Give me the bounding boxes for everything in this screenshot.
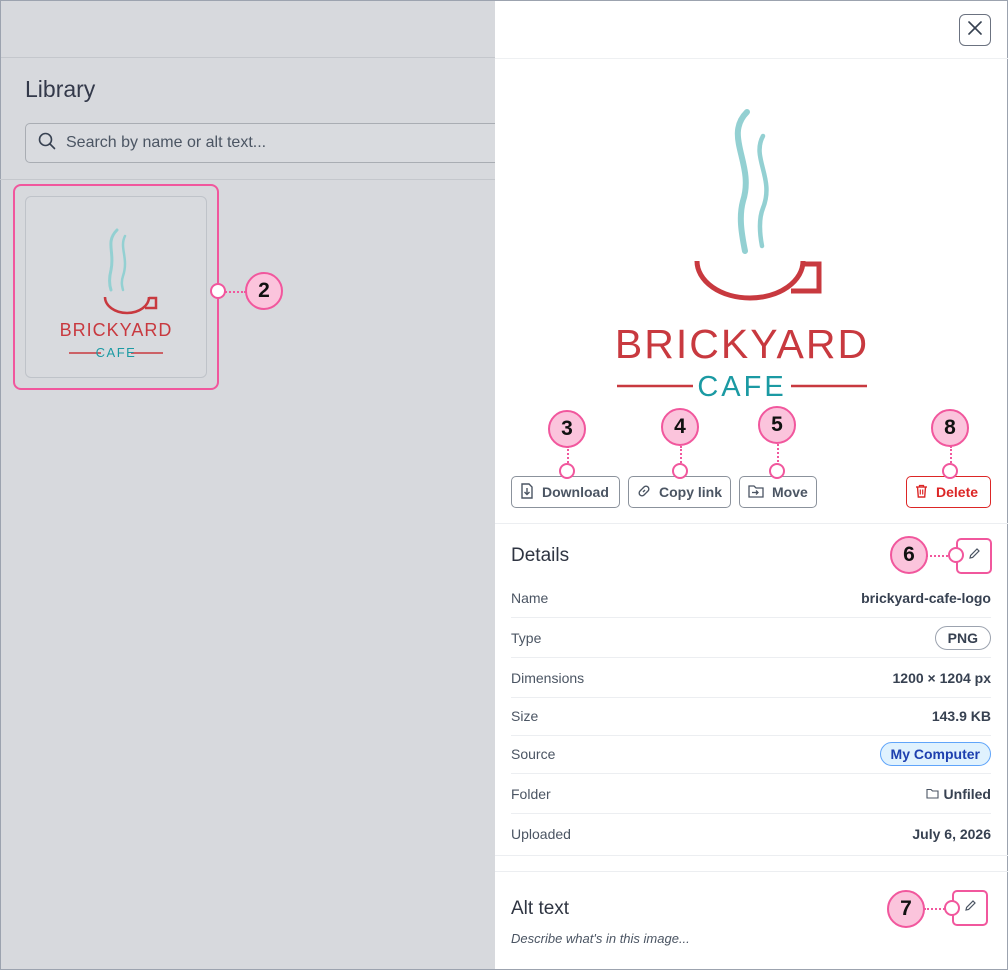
image-preview: BRICKYARD CAFE	[615, 109, 869, 403]
type-badge: PNG	[934, 625, 991, 650]
pencil-icon	[964, 899, 977, 917]
detail-value-folder: Unfiled	[925, 785, 991, 802]
move-label: Move	[772, 484, 808, 500]
detail-label: Uploaded	[511, 826, 571, 842]
close-button[interactable]	[959, 14, 991, 46]
trash-icon	[915, 484, 936, 501]
copy-link-button[interactable]: Copy link	[628, 476, 731, 508]
callout-4-dot	[672, 463, 688, 479]
close-icon	[968, 20, 982, 40]
move-folder-icon	[748, 484, 772, 501]
callout-marker-8: 8	[931, 409, 969, 447]
delete-button[interactable]: Delete	[906, 476, 991, 508]
detail-row-size: Size 143.9 KB	[511, 696, 991, 736]
detail-label: Name	[511, 589, 549, 606]
download-icon	[520, 482, 542, 502]
move-button[interactable]: Move	[739, 476, 817, 508]
download-button[interactable]: Download	[511, 476, 620, 508]
thumb-logo-word1: BRICKYARD	[60, 320, 173, 340]
callout-marker-3: 3	[548, 410, 586, 448]
detail-row-source: Source My Computer	[511, 734, 991, 774]
brickyard-cafe-logo-thumb: BRICKYARD CAFE	[60, 228, 173, 360]
detail-value-size: 143.9 KB	[931, 707, 991, 724]
logo-word2: CAFE	[697, 371, 786, 403]
source-badge: My Computer	[879, 741, 991, 766]
detail-row-type: Type PNG	[511, 618, 991, 658]
callout-8-dot	[942, 463, 958, 479]
details-divider-1	[495, 855, 1008, 856]
library-topbar	[1, 1, 495, 58]
library-search[interactable]	[25, 123, 505, 163]
callout-marker-4: 4	[661, 408, 699, 446]
detail-label: Size	[511, 707, 539, 724]
search-icon	[38, 132, 56, 155]
callout-7-dot	[944, 900, 960, 916]
callout-3-dot	[559, 463, 575, 479]
detail-value-uploaded: July 6, 2026	[912, 826, 991, 842]
detail-row-folder: Folder Unfiled	[511, 774, 991, 814]
download-label: Download	[542, 484, 609, 500]
callout-2-dot	[210, 283, 226, 299]
detail-row-uploaded: Uploaded July 6, 2026	[511, 814, 991, 854]
library-thumbnail[interactable]: BRICKYARD CAFE	[25, 196, 207, 378]
actions-divider	[495, 523, 1008, 524]
folder-icon	[925, 788, 939, 799]
detail-value-name: brickyard-cafe-logo	[861, 589, 991, 606]
search-input[interactable]	[66, 134, 466, 152]
details-title: Details	[511, 545, 570, 566]
detail-label: Folder	[511, 785, 551, 802]
detail-value-dimensions: 1200 × 1204 px	[892, 669, 991, 686]
delete-label: Delete	[936, 484, 979, 500]
copy-link-label: Copy link	[659, 484, 723, 500]
library-divider	[0, 179, 495, 180]
folder-name: Unfiled	[943, 785, 991, 802]
link-icon	[637, 484, 659, 501]
details-divider-2	[495, 871, 1008, 872]
callout-6-dot	[948, 547, 964, 563]
callout-marker-5: 5	[758, 406, 796, 444]
logo-word1: BRICKYARD	[615, 321, 869, 367]
detail-label: Source	[511, 745, 556, 762]
detail-row-dimensions: Dimensions 1200 × 1204 px	[511, 658, 991, 698]
detail-label: Dimensions	[511, 669, 585, 686]
alt-text-title: Alt text	[511, 898, 570, 919]
pencil-icon	[968, 547, 981, 565]
detail-label: Type	[511, 629, 542, 646]
library-title: Library	[25, 76, 96, 102]
callout-marker-6: 6	[890, 536, 928, 574]
detail-row-name: Name brickyard-cafe-logo	[511, 578, 991, 618]
panel-top-divider	[495, 58, 1008, 59]
callout-marker-7: 7	[887, 890, 925, 928]
alt-text-placeholder: Describe what's in this image...	[511, 931, 690, 946]
image-detail-panel: BRICKYARD CAFE Download Copy link Move D…	[495, 0, 1008, 970]
thumb-logo-word2: CAFE	[96, 345, 137, 360]
callout-5-dot	[769, 463, 785, 479]
callout-marker-2: 2	[245, 272, 283, 310]
